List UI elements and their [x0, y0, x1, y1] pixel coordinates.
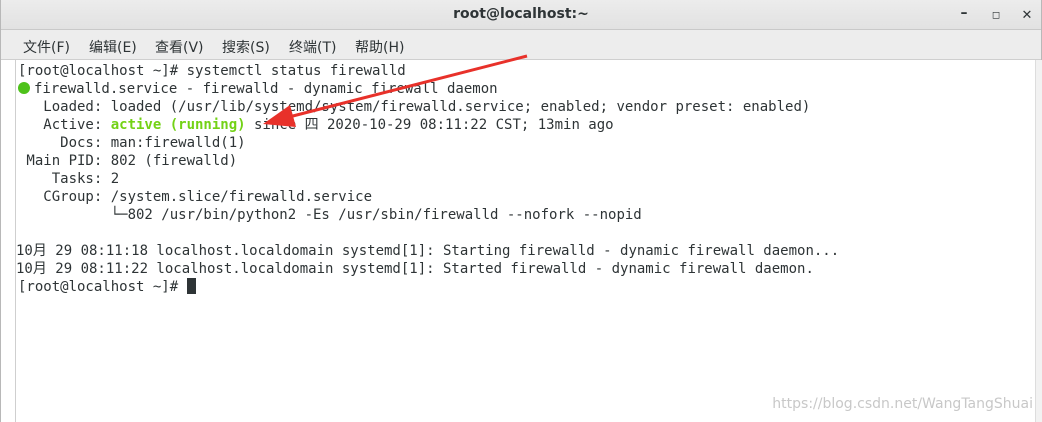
watermark: https://blog.csdn.net/WangTangShuai [772, 396, 1033, 412]
menu-edit[interactable]: 编辑(E) [89, 37, 137, 57]
close-icon[interactable]: ✕ [1016, 4, 1038, 26]
menu-file[interactable]: 文件(F) [23, 37, 70, 57]
terminal-line-service: firewalld.service - firewalld - dynamic … [18, 80, 498, 98]
terminal-line-log-starting: 10月 29 08:11:18 localhost.localdomain sy… [16, 243, 840, 259]
text-cursor [186, 278, 196, 294]
menu-bar: 文件(F) 编辑(E) 查看(V) 搜索(S) 终端(T) 帮助(H) [1, 30, 1041, 60]
window-title: root@localhost:~ [453, 6, 589, 22]
terminal-line-cgroup: CGroup: /system.slice/firewalld.service [18, 189, 373, 205]
terminal-line-cgroup-child: └─802 /usr/bin/python2 -Es /usr/sbin/fir… [18, 207, 642, 223]
active-status: active (running) [110, 117, 246, 133]
minimize-icon[interactable]: – [953, 2, 975, 24]
status-dot-icon [18, 82, 30, 94]
active-since: since 四 2020-10-29 08:11:22 CST; 13min a… [245, 117, 614, 133]
menu-search[interactable]: 搜索(S) [222, 37, 270, 57]
service-description: firewalld.service - firewalld - dynamic … [34, 81, 498, 97]
active-label: Active: [18, 117, 111, 133]
menu-help[interactable]: 帮助(H) [355, 37, 404, 57]
terminal-line-prompt: [root@localhost ~]# systemctl status fir… [18, 63, 406, 79]
terminal-line-active: Active: active (running) since 四 2020-10… [18, 116, 614, 134]
terminal-line-loaded: Loaded: loaded (/usr/lib/systemd/system/… [18, 99, 811, 115]
terminal-output[interactable]: [root@localhost ~]# systemctl status fir… [15, 60, 1035, 422]
terminal-line-prompt-current: [root@localhost ~]# [18, 278, 196, 296]
terminal-line-log-started: 10月 29 08:11:22 localhost.localdomain sy… [16, 261, 814, 277]
terminal-line-tasks: Tasks: 2 [18, 171, 120, 187]
menu-view[interactable]: 查看(V) [155, 37, 204, 57]
terminal-line-main-pid: Main PID: 802 (firewalld) [18, 153, 238, 169]
terminal-window: root@localhost:~ – ◻ ✕ 文件(F) 编辑(E) 查看(V)… [0, 0, 1042, 422]
scrollbar[interactable] [1035, 60, 1042, 422]
menu-terminal[interactable]: 终端(T) [289, 37, 336, 57]
maximize-icon[interactable]: ◻ [985, 4, 1007, 26]
title-bar[interactable]: root@localhost:~ – ◻ ✕ [1, 0, 1041, 30]
terminal-line-docs: Docs: man:firewalld(1) [18, 135, 246, 151]
prompt-text: [root@localhost ~]# [18, 279, 187, 295]
